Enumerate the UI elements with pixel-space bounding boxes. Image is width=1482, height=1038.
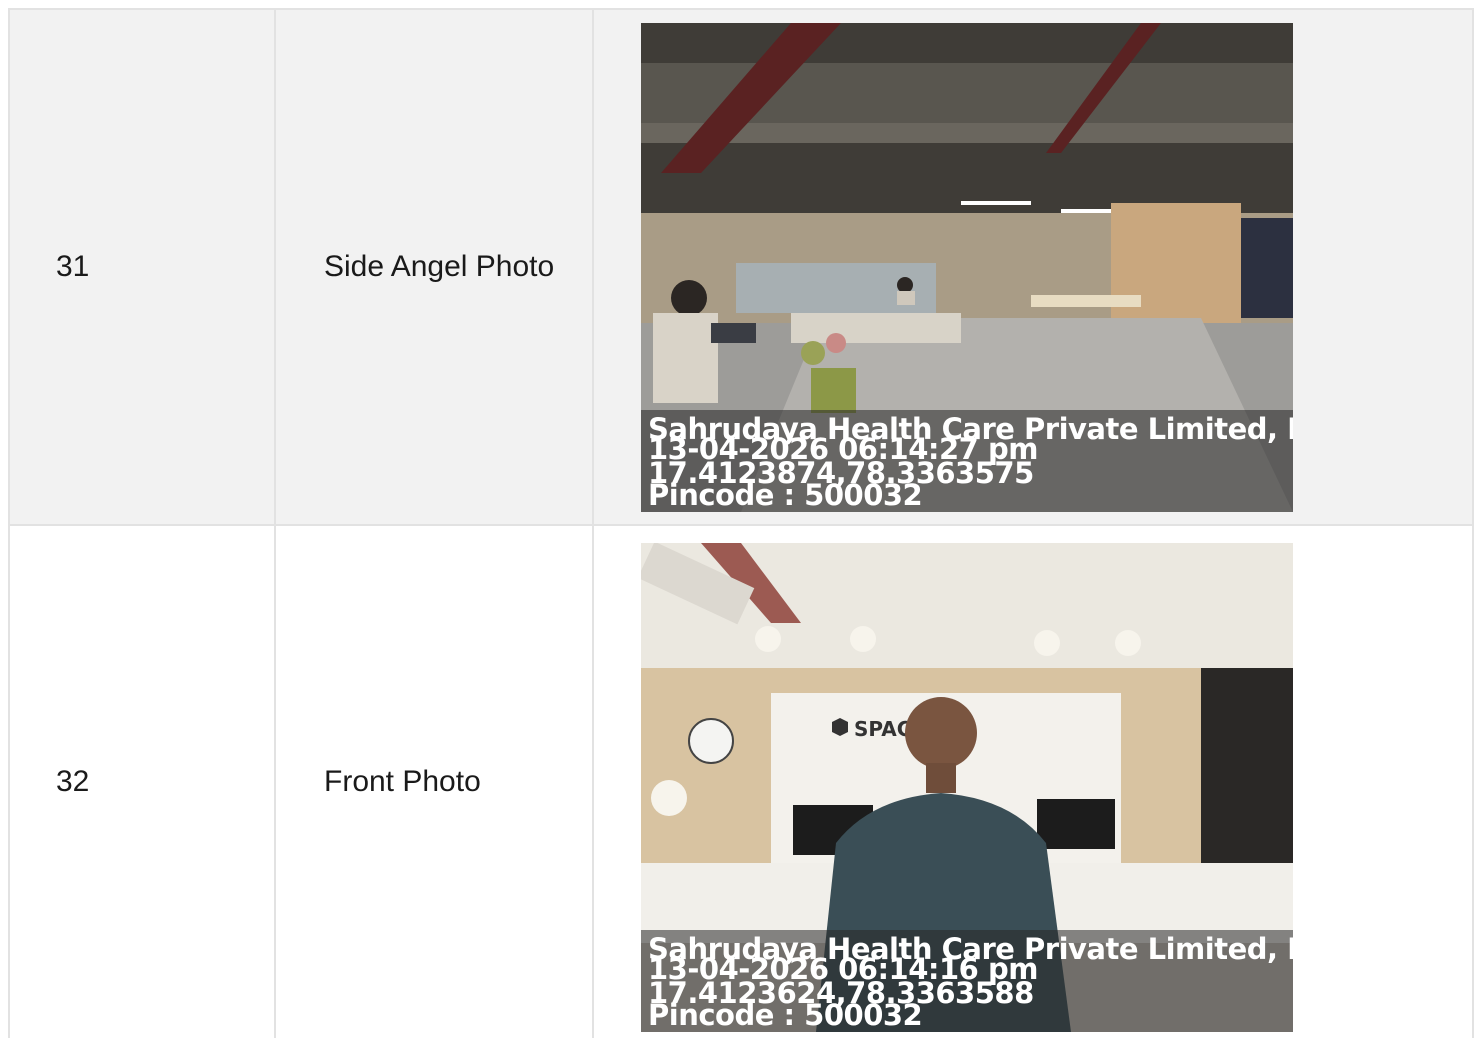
photo-cell: Sahrudaya Health Care Private Limited, F… <box>594 10 1472 524</box>
stamp-pincode: Pincode : 500032 <box>648 998 923 1032</box>
photo-table: 31 Side Angel Photo Sahrudaya Health Car… <box>8 8 1474 1038</box>
side-angle-photo[interactable]: Sahrudaya Health Care Private Limited, F… <box>641 22 1293 512</box>
photo-label: Side Angel Photo <box>276 10 594 524</box>
stamp-pincode: Pincode : 500032 <box>648 477 923 512</box>
row-number: 31 <box>10 10 276 524</box>
photo-label: Front Photo <box>276 526 594 1038</box>
table-row: 32 Front Photo SPAC Sahrudaya Health Car… <box>10 526 1472 1038</box>
photo-cell: SPAC Sahrudaya Health Care Private Limit… <box>594 526 1472 1038</box>
sign-text: SPAC <box>854 717 911 741</box>
table-row: 31 Side Angel Photo Sahrudaya Health Car… <box>10 10 1472 526</box>
row-number: 32 <box>10 526 276 1038</box>
front-photo[interactable]: SPAC Sahrudaya Health Care Private Limit… <box>641 543 1293 1032</box>
